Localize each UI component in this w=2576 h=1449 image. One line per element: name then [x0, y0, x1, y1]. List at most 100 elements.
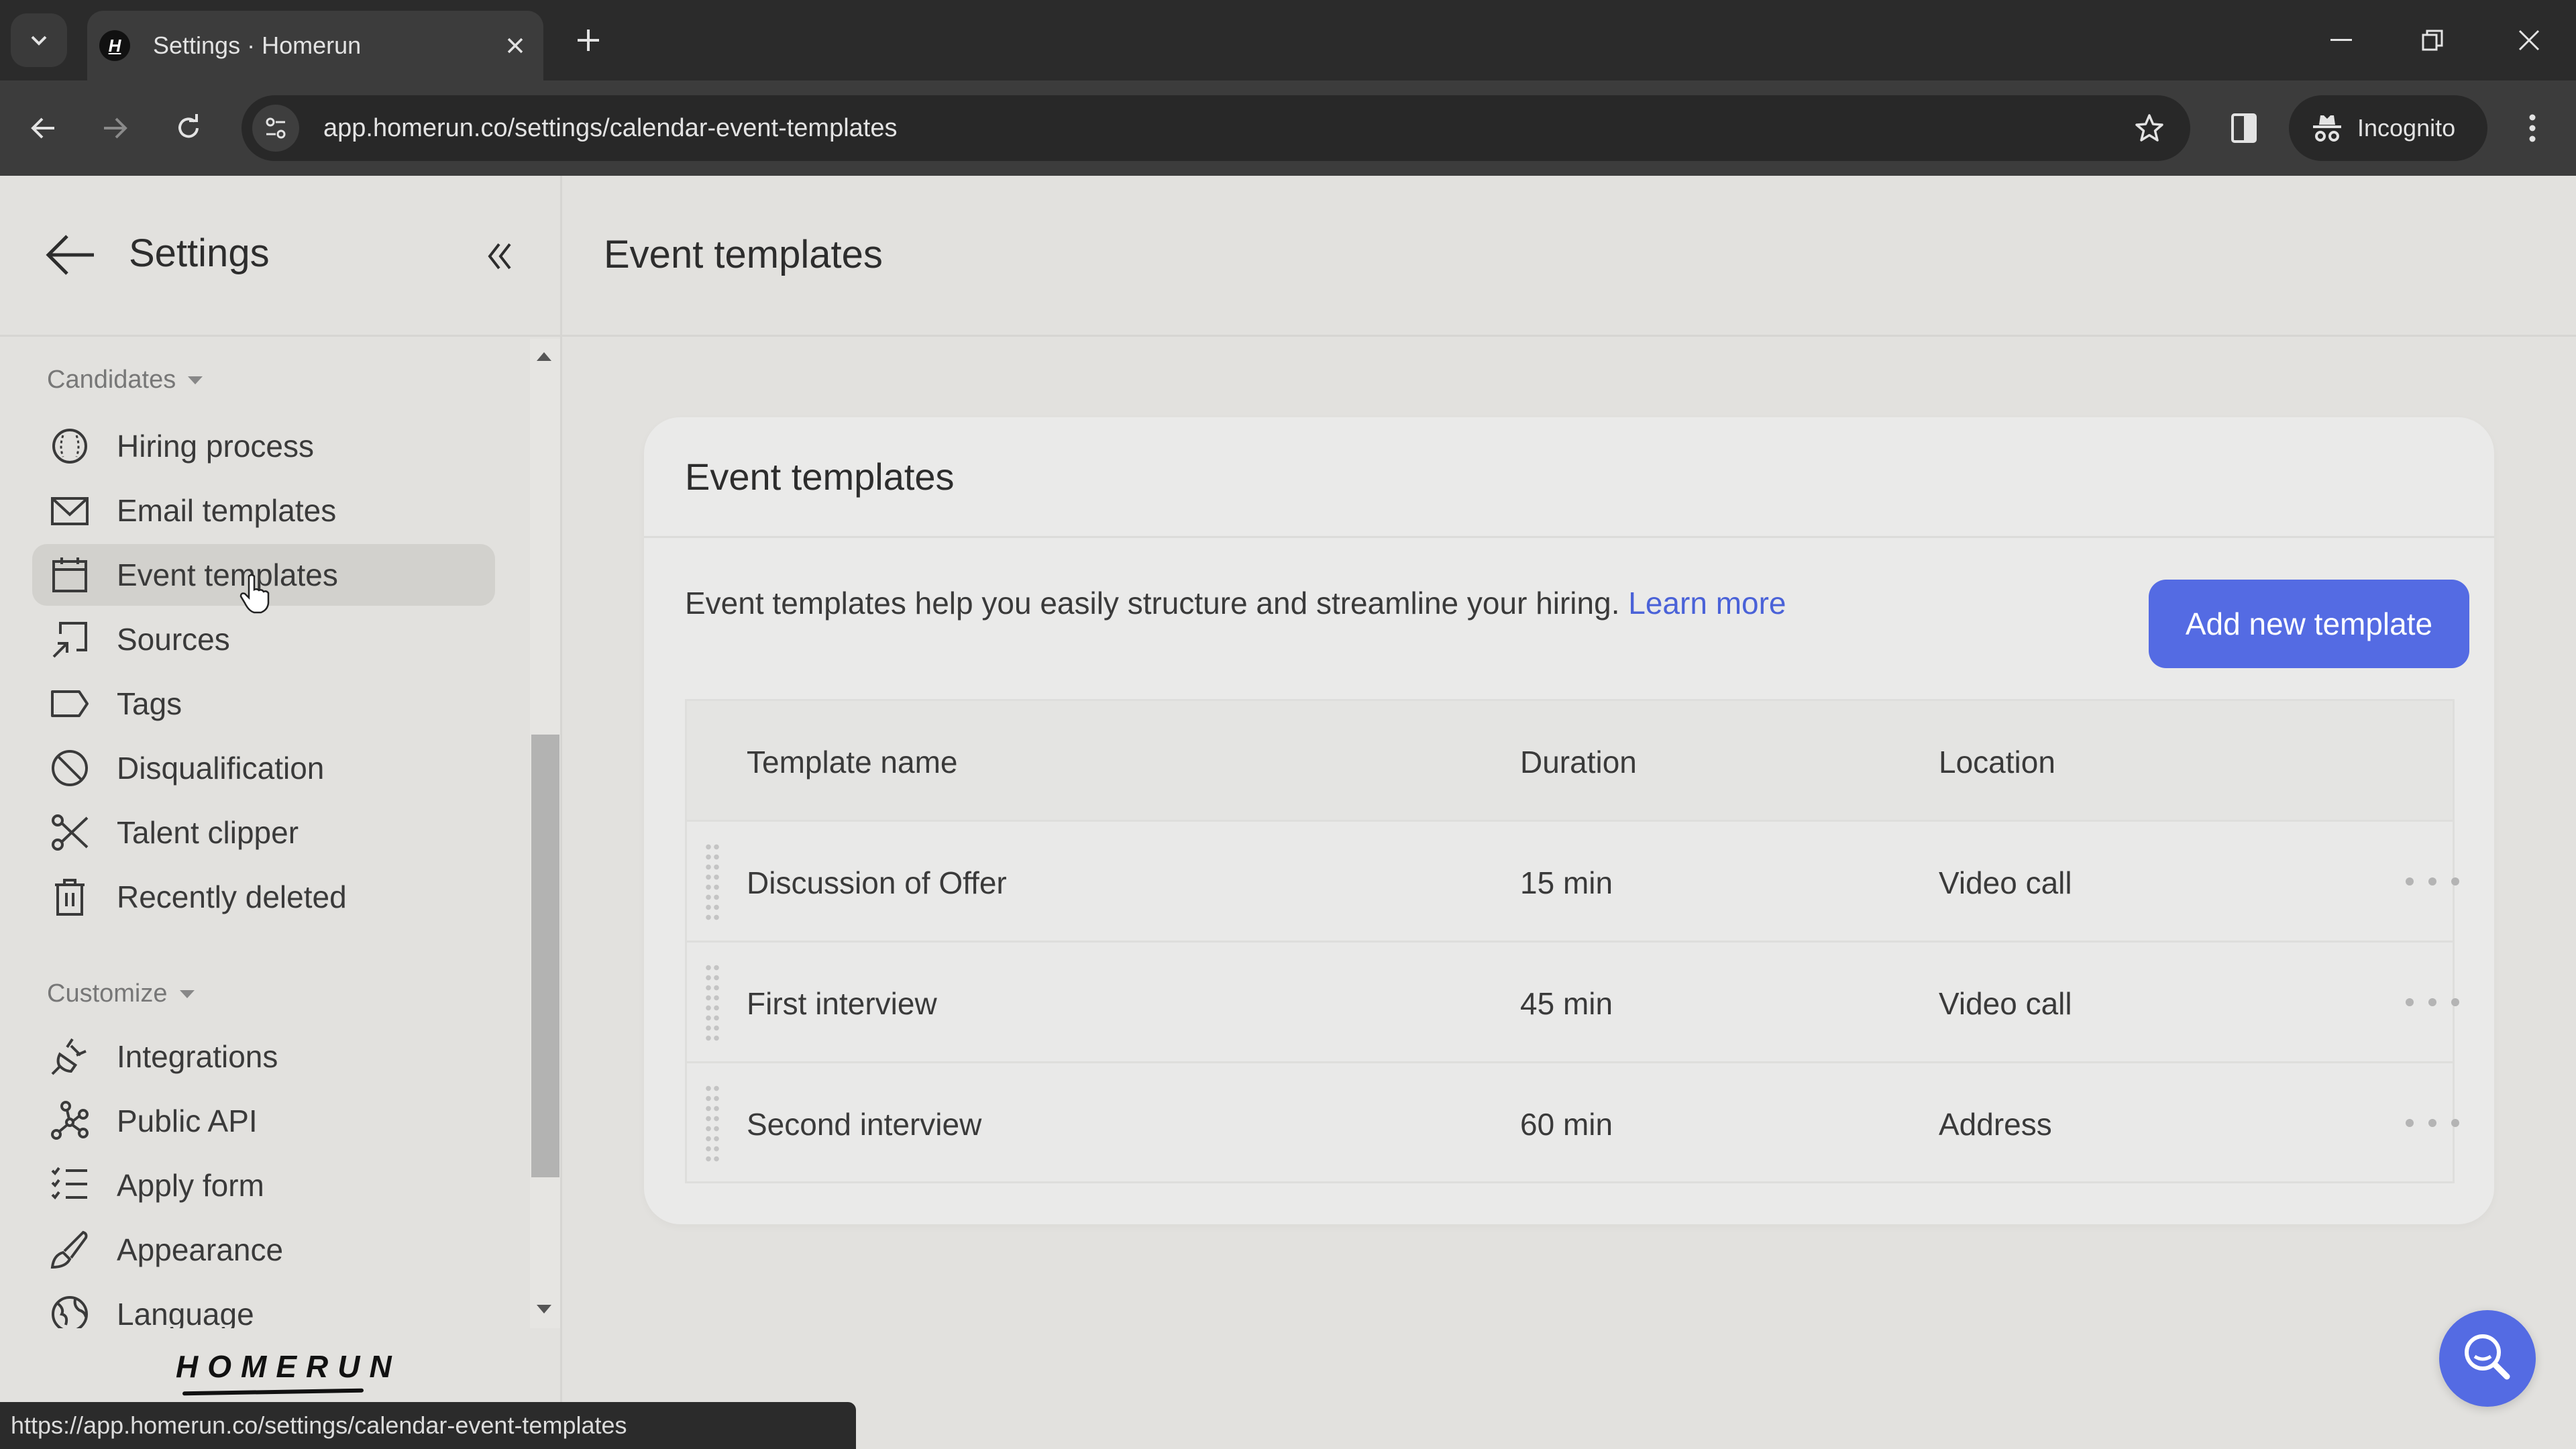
- ellipsis-dot: [2428, 877, 2436, 885]
- group-candidates[interactable]: Candidates: [47, 366, 203, 394]
- sidebar-item-label: Language: [117, 1297, 254, 1328]
- learn-more-link[interactable]: Learn more: [1628, 586, 1786, 621]
- group-customize[interactable]: Customize: [47, 979, 195, 1008]
- new-tab-button[interactable]: [567, 19, 610, 62]
- url-text[interactable]: app.homerun.co/settings/calendar-event-t…: [323, 114, 2126, 143]
- sidebar-item-public-api[interactable]: Public API: [32, 1090, 495, 1152]
- envelope-icon: [50, 490, 90, 531]
- sidebar-item-integrations[interactable]: Integrations: [32, 1026, 495, 1087]
- template-name: First interview: [747, 986, 937, 1021]
- sidebar-item-hiring-process[interactable]: Hiring process: [32, 415, 495, 477]
- chevron-down-icon: [31, 36, 47, 46]
- row-more-options-button[interactable]: [2406, 871, 2459, 892]
- drag-handle-icon[interactable]: [704, 1083, 720, 1164]
- sidebar-item-language[interactable]: Language: [32, 1283, 495, 1328]
- browser-toolbar: app.homerun.co/settings/calendar-event-t…: [0, 80, 2576, 176]
- main-content: Event templates Event templates Event te…: [562, 176, 2576, 1449]
- table-row[interactable]: First interview 45 min Video call: [687, 943, 2459, 1063]
- calendar-icon: [50, 555, 90, 595]
- kebab-menu-icon: [2529, 114, 2536, 142]
- link-preview-statusbar: https://app.homerun.co/settings/calendar…: [0, 1402, 856, 1449]
- sidebar-item-email-templates[interactable]: Email templates: [32, 480, 495, 541]
- sidebar-item-disqualification[interactable]: Disqualification: [32, 737, 495, 799]
- side-panel-button[interactable]: [2220, 105, 2267, 152]
- checklist-icon: [50, 1165, 90, 1205]
- table-row[interactable]: Second interview 60 min Address: [687, 1063, 2459, 1184]
- scroll-down-arrow-icon[interactable]: [537, 1305, 551, 1313]
- close-window-button[interactable]: [2496, 15, 2563, 66]
- drag-handle-icon[interactable]: [704, 963, 720, 1043]
- sidebar-item-talent-clipper[interactable]: Talent clipper: [32, 802, 495, 863]
- row-more-options-button[interactable]: [2406, 992, 2459, 1012]
- settings-sidebar: Settings Candidates Hiring process Email…: [0, 176, 562, 1449]
- forward-button[interactable]: [91, 105, 138, 152]
- add-new-template-button[interactable]: Add new template: [2149, 580, 2469, 668]
- ellipsis-dot: [2406, 1119, 2414, 1127]
- ellipsis-dot: [2451, 877, 2459, 885]
- sidebar-item-apply-form[interactable]: Apply form: [32, 1155, 495, 1216]
- network-icon: [50, 1101, 90, 1141]
- site-info-button[interactable]: [252, 105, 299, 152]
- bookmark-button[interactable]: [2126, 105, 2173, 152]
- tab-close-button[interactable]: [495, 25, 535, 66]
- restore-button[interactable]: [2399, 15, 2466, 66]
- sidebar-scrollbar-thumb[interactable]: [531, 735, 559, 1177]
- card-description: Event templates help you easily structur…: [685, 585, 1786, 621]
- search-icon: [2465, 1334, 2510, 1380]
- sidebar-item-tags[interactable]: Tags: [32, 673, 495, 735]
- sidebar-item-label: Disqualification: [117, 751, 325, 786]
- back-to-app-button[interactable]: [44, 228, 98, 282]
- ellipsis-dot: [2428, 998, 2436, 1006]
- row-more-options-button[interactable]: [2406, 1113, 2459, 1133]
- tab-search-button[interactable]: [11, 13, 67, 67]
- ban-icon: [50, 748, 90, 788]
- pointer-cursor-icon: [239, 574, 270, 614]
- baseball-icon: [50, 426, 90, 466]
- help-search-button[interactable]: [2439, 1310, 2536, 1407]
- back-button[interactable]: [20, 105, 67, 152]
- sidebar-item-label: Appearance: [117, 1232, 284, 1267]
- ellipsis-dot: [2451, 998, 2459, 1006]
- star-icon: [2135, 114, 2163, 142]
- template-duration: 60 min: [1520, 1107, 1613, 1142]
- sidebar-item-label: Integrations: [117, 1039, 278, 1074]
- card-title: Event templates: [685, 455, 955, 498]
- column-header-duration: Duration: [1520, 745, 1637, 780]
- drag-handle-icon[interactable]: [704, 842, 720, 922]
- column-header-template-name: Template name: [747, 745, 958, 780]
- globe-icon: [50, 1294, 90, 1328]
- address-bar[interactable]: app.homerun.co/settings/calendar-event-t…: [241, 95, 2190, 161]
- reload-button[interactable]: [165, 105, 212, 152]
- sidebar-item-label: Recently deleted: [117, 879, 347, 914]
- browser-menu-button[interactable]: [2509, 105, 2556, 152]
- minimize-button[interactable]: [2308, 15, 2375, 66]
- browser-tab-active[interactable]: H Settings · Homerun: [87, 11, 543, 80]
- template-location: Video call: [1939, 986, 2072, 1021]
- sidebar-item-recently-deleted[interactable]: Recently deleted: [32, 866, 495, 928]
- table-row[interactable]: Discussion of Offer 15 min Video call: [687, 822, 2459, 943]
- sidebar-item-label: Hiring process: [117, 429, 314, 464]
- sidebar-item-sources[interactable]: Sources: [32, 608, 495, 670]
- logo-underline: [182, 1388, 364, 1396]
- sidebar-item-appearance[interactable]: Appearance: [32, 1219, 495, 1281]
- caret-down-icon: [179, 989, 195, 998]
- scissors-icon: [50, 812, 90, 853]
- ellipsis-dot: [2451, 1119, 2459, 1127]
- sidebar-title: Settings: [129, 231, 270, 275]
- ellipsis-dot: [2406, 998, 2414, 1006]
- arrow-right-icon: [104, 117, 127, 139]
- plug-icon: [50, 1036, 90, 1077]
- card-header: Event templates: [644, 417, 2494, 538]
- scroll-up-arrow-icon[interactable]: [537, 352, 551, 361]
- collapse-sidebar-button[interactable]: [482, 237, 519, 275]
- reload-icon: [178, 114, 199, 138]
- browser-tab-bar: H Settings · Homerun: [0, 0, 2576, 80]
- ellipsis-dot: [2428, 1119, 2436, 1127]
- template-name: Second interview: [747, 1107, 982, 1142]
- incognito-icon: [2313, 115, 2341, 142]
- tag-icon: [50, 684, 90, 724]
- incognito-badge[interactable]: Incognito: [2289, 95, 2487, 161]
- page-header: Event templates: [562, 176, 2576, 337]
- template-name: Discussion of Offer: [747, 865, 1007, 900]
- restore-icon: [2422, 30, 2443, 51]
